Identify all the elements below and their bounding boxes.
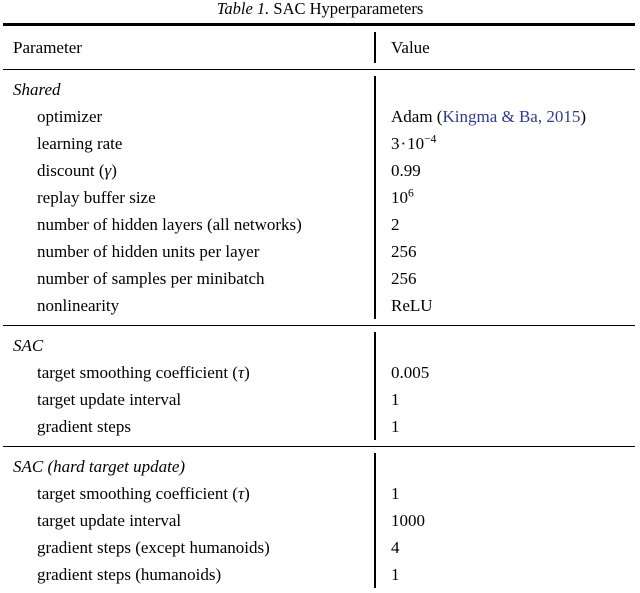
param-learning-rate: learning rate xyxy=(37,134,123,153)
table-figure: Table 1. SAC Hyperparameters Parameter V… xyxy=(0,0,640,593)
param-target-smoothing-coefficient: target smoothing coefficient (τ) xyxy=(3,480,375,507)
param-text-suffix: ) xyxy=(244,363,250,382)
param-optimizer: optimizer xyxy=(37,107,103,126)
param-hidden-layers: number of hidden layers (all networks) xyxy=(37,215,302,234)
section-title-shared: Shared xyxy=(13,80,61,99)
column-header-parameter: Parameter xyxy=(13,38,82,57)
table-caption-title: SAC Hyperparameters xyxy=(273,0,424,18)
section-title-row: SAC xyxy=(3,332,635,359)
value-hidden-units: 256 xyxy=(391,242,417,261)
table-row: nonlinearity ReLU xyxy=(3,292,635,319)
table-caption-label: Table 1. xyxy=(216,0,270,18)
section-title-sac: SAC xyxy=(13,336,44,355)
param-replay-buffer-size: replay buffer size xyxy=(37,188,156,207)
param-discount: discount (γ) xyxy=(3,157,375,184)
value-exponent: −4 xyxy=(424,132,437,146)
table-top-rule xyxy=(3,23,635,26)
value-nonlinearity: ReLU xyxy=(391,296,433,315)
value-gradient-steps: 1 xyxy=(391,417,400,436)
section-sac: SAC target smoothing coefficient (τ) 0.0… xyxy=(3,332,635,440)
param-text-prefix: discount ( xyxy=(37,161,105,180)
value-base: 10 xyxy=(407,134,425,153)
value-target-update-interval: 1000 xyxy=(391,511,425,530)
table-row: learning rate 3·10−4 xyxy=(3,130,635,157)
value-text-suffix: ) xyxy=(580,107,587,126)
hyperparameter-table: Parameter Value Shared optimizer Adam (K… xyxy=(3,23,635,593)
value-gradient-steps-except-humanoids: 4 xyxy=(391,538,400,557)
value-minibatch-samples: 256 xyxy=(391,269,417,288)
value-target-smoothing-coefficient: 1 xyxy=(391,484,400,503)
table-row: gradient steps (except humanoids) 4 xyxy=(3,534,635,561)
table-row: discount (γ) 0.99 xyxy=(3,157,635,184)
value-optimizer: Adam (Kingma & Ba, 2015) xyxy=(375,103,635,130)
param-target-update-interval: target update interval xyxy=(37,511,182,530)
value-text-prefix: Adam ( xyxy=(391,107,443,126)
value-hidden-layers: 2 xyxy=(391,215,400,234)
param-text-prefix: target smoothing coefficient ( xyxy=(37,484,238,503)
table-row: target smoothing coefficient (τ) 1 xyxy=(3,480,635,507)
value-gradient-steps-humanoids: 1 xyxy=(391,565,400,584)
section-title-sac-hard: SAC (hard target update) xyxy=(13,457,186,476)
value-discount: 0.99 xyxy=(391,161,421,180)
table-row: replay buffer size 106 xyxy=(3,184,635,211)
param-gradient-steps-except-humanoids: gradient steps (except humanoids) xyxy=(37,538,270,557)
section-title-row: SAC (hard target update) xyxy=(3,453,635,480)
header-rule xyxy=(3,69,635,70)
value-exponent: 6 xyxy=(408,186,414,200)
table-row: target update interval 1 xyxy=(3,386,635,413)
column-header-value: Value xyxy=(391,38,430,57)
param-nonlinearity: nonlinearity xyxy=(37,296,120,315)
value-mantissa: 3 xyxy=(391,134,400,153)
table-row: gradient steps (humanoids) 1 xyxy=(3,561,635,588)
param-minibatch-samples: number of samples per minibatch xyxy=(37,269,265,288)
table-row: gradient steps 1 xyxy=(3,413,635,440)
citation-link[interactable]: Kingma & Ba, 2015 xyxy=(442,107,580,126)
param-text-suffix: ) xyxy=(111,161,117,180)
section-shared: Shared optimizer Adam (Kingma & Ba, 2015… xyxy=(3,76,635,319)
param-gradient-steps: gradient steps xyxy=(37,417,131,436)
section-title-row: Shared xyxy=(3,76,635,103)
param-target-smoothing-coefficient: target smoothing coefficient (τ) xyxy=(3,359,375,386)
param-target-update-interval: target update interval xyxy=(37,390,182,409)
param-gradient-steps-humanoids: gradient steps (humanoids) xyxy=(37,565,222,584)
param-text-prefix: target smoothing coefficient ( xyxy=(37,363,238,382)
value-base: 10 xyxy=(391,188,408,207)
param-text-suffix: ) xyxy=(244,484,250,503)
value-learning-rate: 3·10−4 xyxy=(375,130,635,157)
param-hidden-units: number of hidden units per layer xyxy=(37,242,260,261)
table-row: number of samples per minibatch 256 xyxy=(3,265,635,292)
section-sac-hard-target-update: SAC (hard target update) target smoothin… xyxy=(3,453,635,588)
table-row: target update interval 1000 xyxy=(3,507,635,534)
table-row: number of hidden units per layer 256 xyxy=(3,238,635,265)
table-header-section: Parameter Value xyxy=(3,32,635,63)
value-target-smoothing-coefficient: 0.005 xyxy=(391,363,430,382)
value-target-update-interval: 1 xyxy=(391,390,400,409)
table-caption: Table 1. SAC Hyperparameters xyxy=(0,0,640,19)
table-row: optimizer Adam (Kingma & Ba, 2015) xyxy=(3,103,635,130)
table-header-row: Parameter Value xyxy=(3,32,635,63)
section-rule-2 xyxy=(3,446,635,447)
section-rule-1 xyxy=(3,325,635,326)
table-row: number of hidden layers (all networks) 2 xyxy=(3,211,635,238)
table-row: target smoothing coefficient (τ) 0.005 xyxy=(3,359,635,386)
value-replay-buffer-size: 106 xyxy=(375,184,635,211)
